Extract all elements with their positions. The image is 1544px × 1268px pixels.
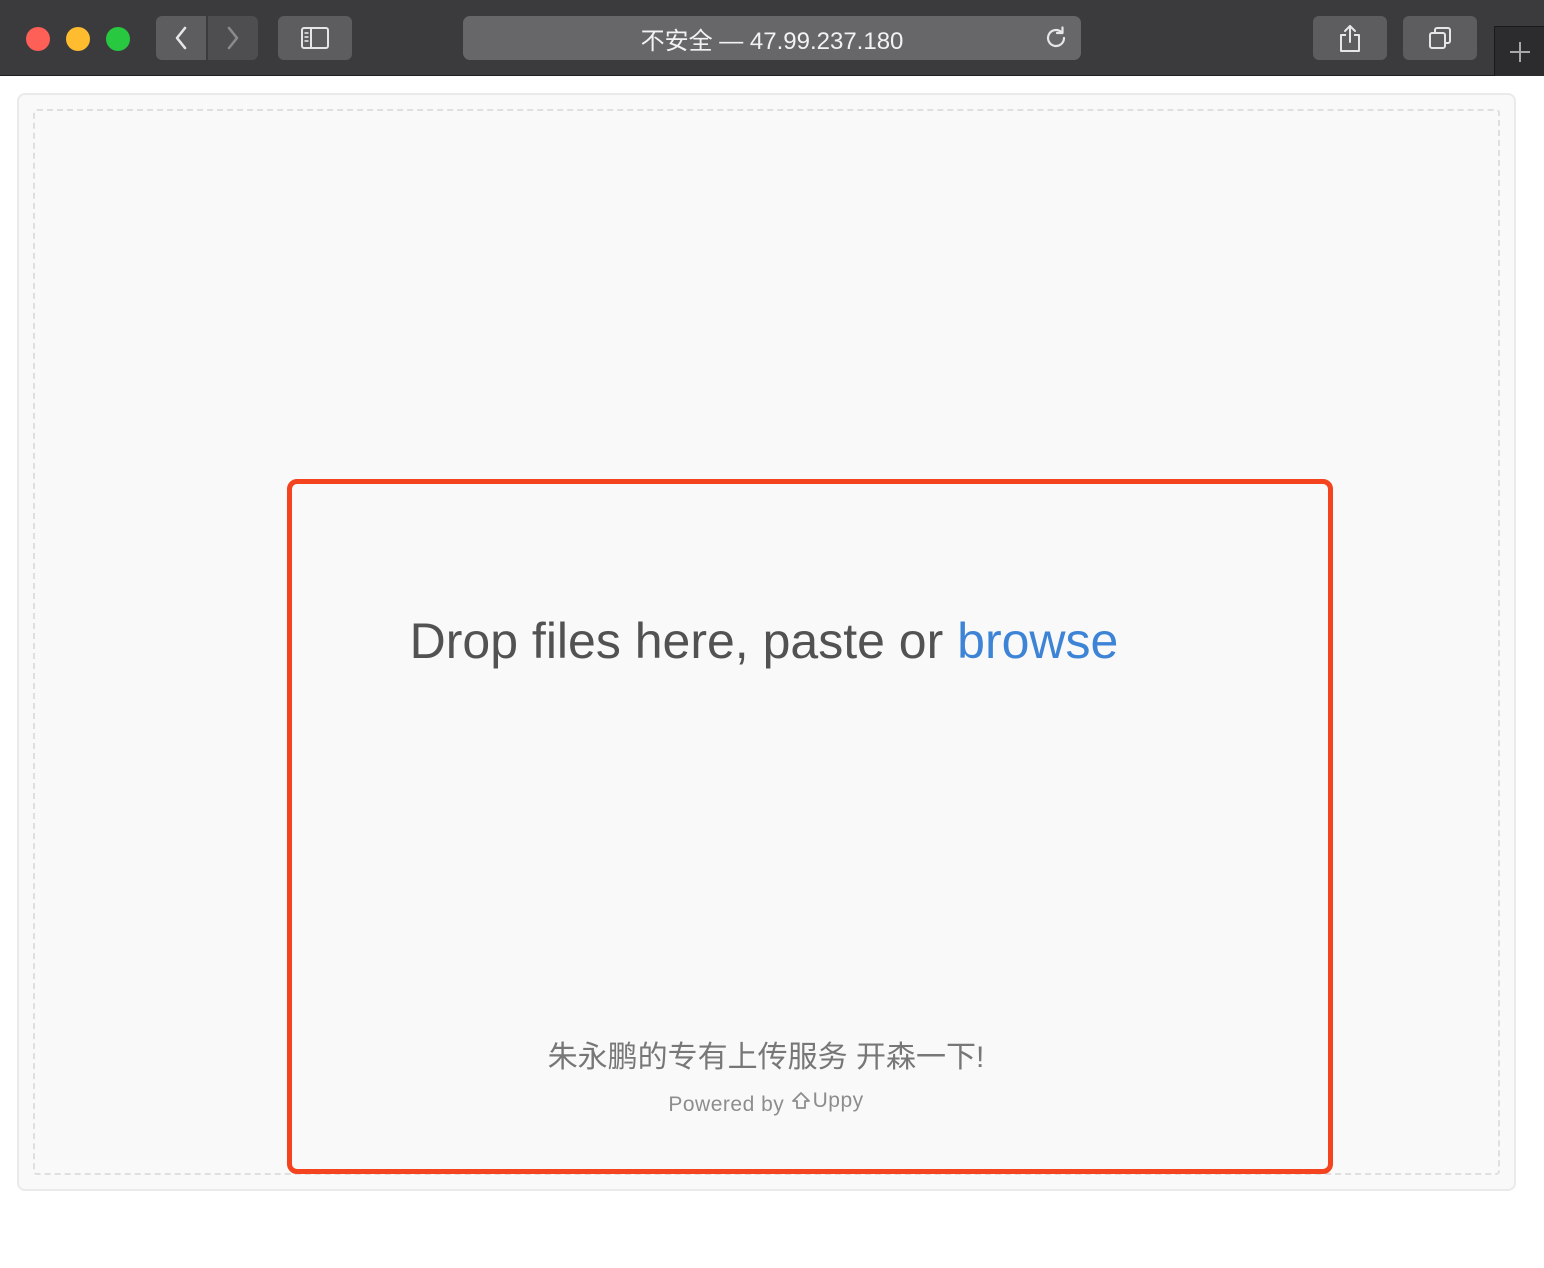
sidebar-toggle-button[interactable] [278, 16, 352, 60]
tabs-icon [1429, 27, 1451, 49]
tab-overview-button[interactable] [1403, 16, 1477, 60]
zoom-window-button[interactable] [106, 27, 130, 51]
share-icon [1340, 25, 1360, 52]
back-button[interactable] [156, 16, 206, 60]
browser-toolbar: 不安全 — 47.99.237.180 [0, 0, 1544, 76]
forward-icon [227, 26, 239, 50]
address-bar[interactable]: 不安全 — 47.99.237.180 [463, 16, 1081, 60]
share-button[interactable] [1313, 16, 1387, 60]
browser-window: 不安全 — 47.99.237.180 Drop files here, pas… [0, 0, 1544, 1268]
plus-icon [1509, 41, 1530, 62]
close-window-button[interactable] [26, 27, 50, 51]
back-icon [175, 26, 187, 50]
new-tab-button[interactable] [1494, 26, 1544, 76]
reload-icon[interactable] [1043, 25, 1069, 51]
minimize-window-button[interactable] [66, 27, 90, 51]
forward-button[interactable] [208, 16, 258, 60]
sidebar-icon [301, 27, 329, 49]
address-text: 不安全 — 47.99.237.180 [640, 27, 904, 55]
highlight-annotation-box [287, 479, 1333, 1174]
